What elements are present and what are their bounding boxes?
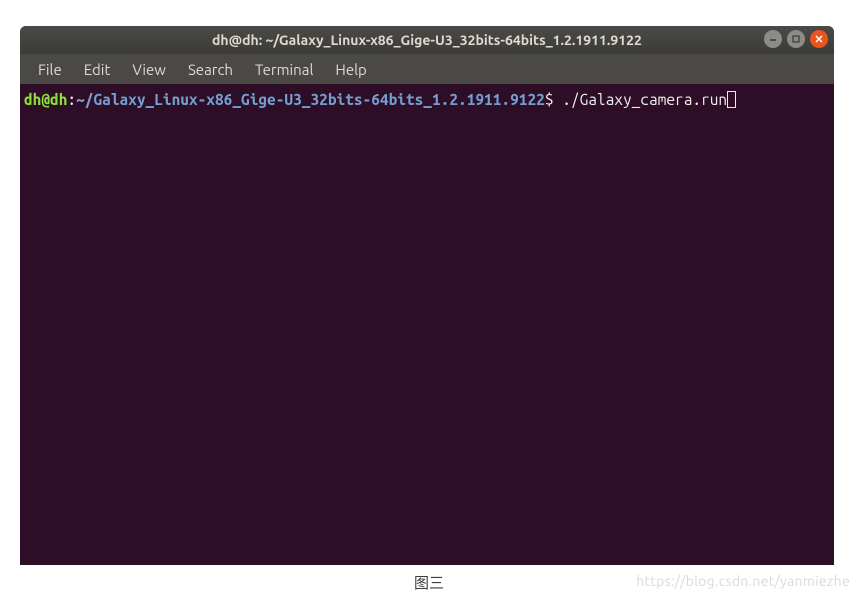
terminal-window: dh@dh: ~/Galaxy_Linux-x86_Gige-U3_32bits… — [20, 26, 834, 565]
terminal-body[interactable]: dh@dh:~/Galaxy_Linux-x86_Gige-U3_32bits-… — [20, 84, 834, 565]
minimize-button[interactable] — [764, 30, 782, 48]
window-controls — [764, 30, 828, 48]
close-button[interactable] — [810, 30, 828, 48]
menu-edit[interactable]: Edit — [74, 58, 121, 81]
maximize-icon — [791, 34, 801, 44]
prompt-colon: : — [67, 91, 76, 108]
watermark: https://blog.csdn.net/yanmiezhe — [636, 573, 850, 589]
command-text: ./Galaxy_camera.run — [554, 91, 728, 108]
prompt-user: dh@dh — [24, 91, 67, 108]
maximize-button[interactable] — [787, 30, 805, 48]
close-icon — [814, 34, 824, 44]
menu-help[interactable]: Help — [325, 58, 376, 81]
menu-view[interactable]: View — [122, 58, 176, 81]
prompt-dollar: $ — [545, 91, 554, 108]
menu-search[interactable]: Search — [178, 58, 243, 81]
menu-file[interactable]: File — [28, 58, 72, 81]
prompt-path: ~/Galaxy_Linux-x86_Gige-U3_32bits-64bits… — [76, 91, 545, 108]
menubar: File Edit View Search Terminal Help — [20, 54, 834, 84]
menu-terminal[interactable]: Terminal — [245, 58, 323, 81]
cursor — [727, 91, 736, 108]
window-title: dh@dh: ~/Galaxy_Linux-x86_Gige-U3_32bits… — [20, 32, 834, 48]
titlebar[interactable]: dh@dh: ~/Galaxy_Linux-x86_Gige-U3_32bits… — [20, 26, 834, 54]
minimize-icon — [768, 34, 778, 44]
